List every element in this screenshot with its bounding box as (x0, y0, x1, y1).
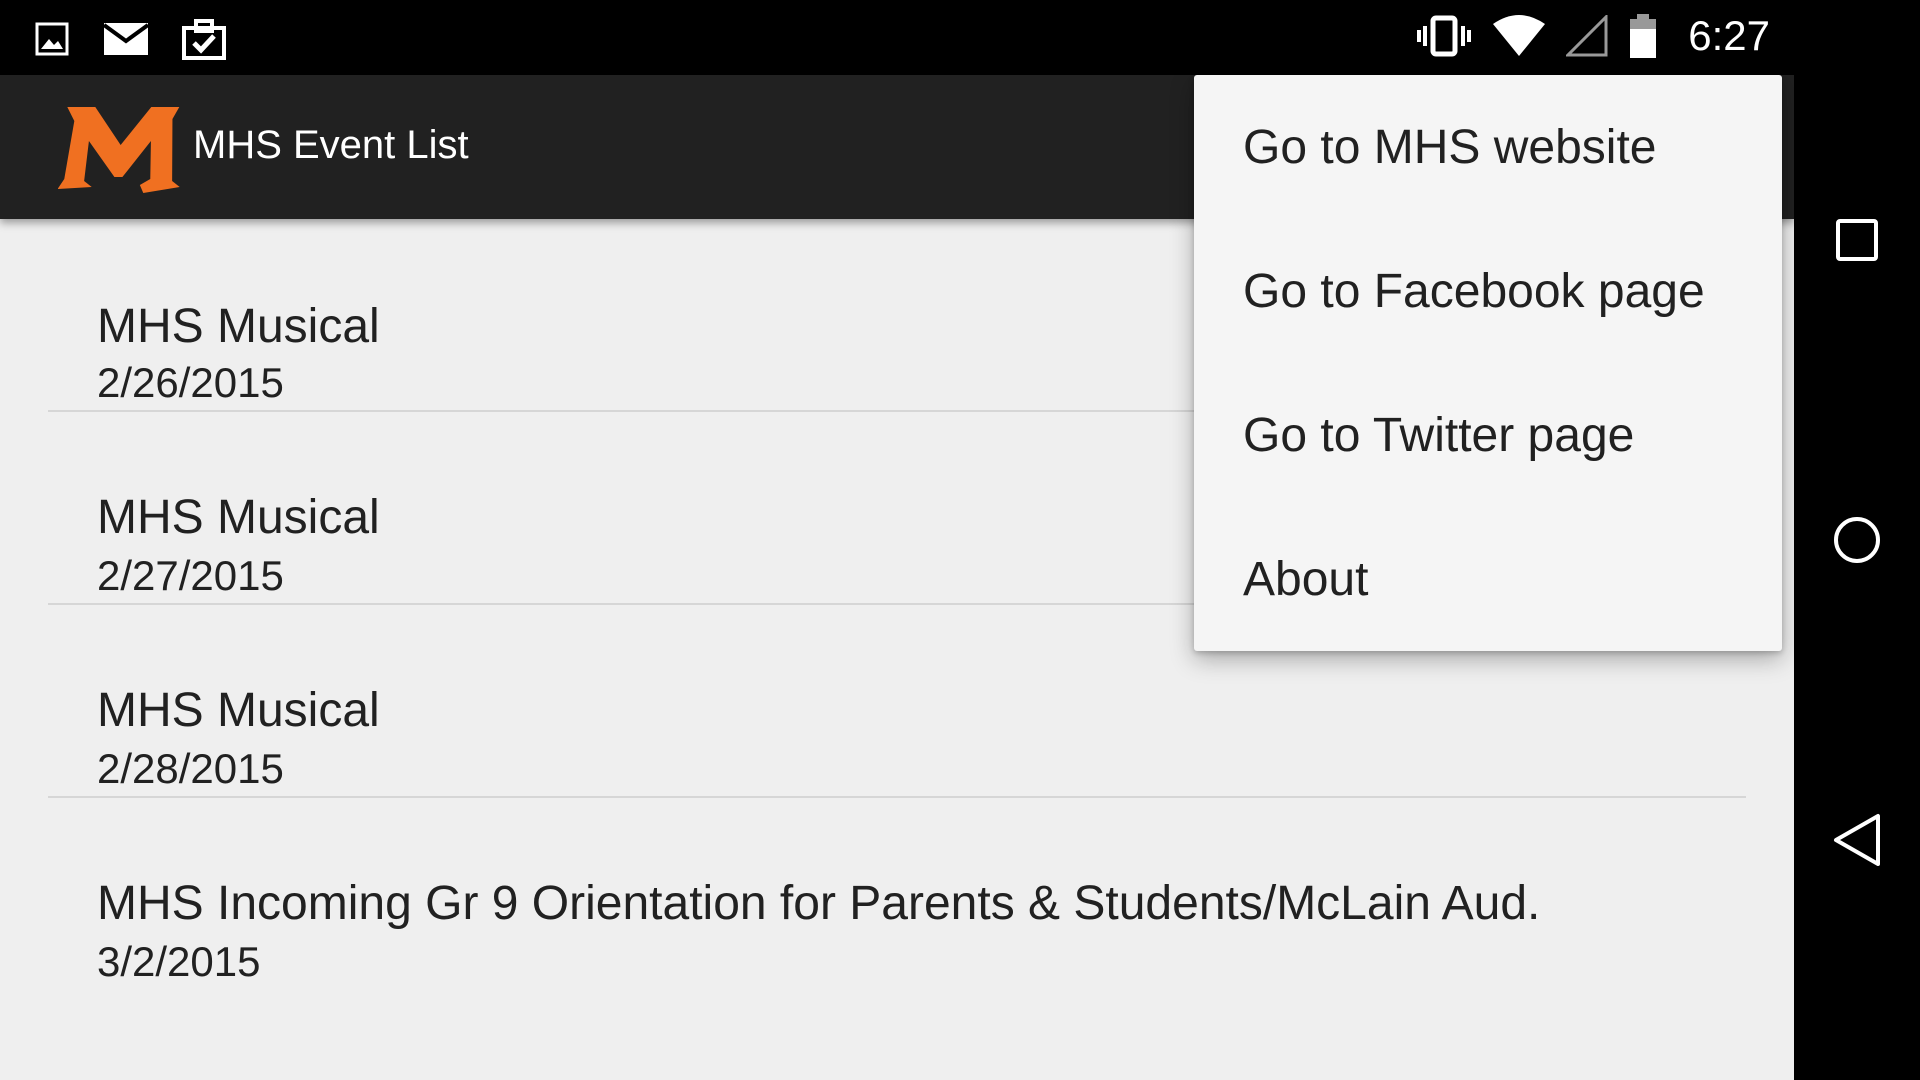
notification-icons (34, 18, 226, 60)
mhs-logo-icon[interactable] (57, 97, 182, 197)
menu-item-about[interactable]: About (1194, 507, 1782, 651)
overflow-menu: Go to MHS website Go to Facebook page Go… (1194, 75, 1782, 651)
menu-item-twitter-page[interactable]: Go to Twitter page (1194, 363, 1782, 507)
wifi-icon (1492, 14, 1546, 58)
clipboard-check-icon (182, 18, 226, 60)
navigation-bar (1794, 0, 1920, 1080)
event-title: MHS Musical (97, 684, 380, 737)
event-title: MHS Incoming Gr 9 Orientation for Parent… (97, 877, 1541, 930)
status-clock: 6:27 (1688, 12, 1770, 59)
recents-icon[interactable] (1794, 190, 1920, 290)
event-date: 2/26/2015 (97, 359, 284, 406)
android-screen: 6:27 MHS Event List MHS Musical 2/26/201… (0, 0, 1920, 1080)
back-icon[interactable] (1794, 790, 1920, 890)
image-icon (34, 21, 70, 57)
menu-item-mhs-website[interactable]: Go to MHS website (1194, 75, 1782, 219)
event-date: 2/28/2015 (97, 745, 284, 792)
vibrate-icon (1416, 15, 1472, 57)
event-title: MHS Musical (97, 300, 380, 353)
mail-icon (102, 21, 150, 57)
menu-item-facebook-page[interactable]: Go to Facebook page (1194, 219, 1782, 363)
event-date: 2/27/2015 (97, 552, 284, 599)
home-icon[interactable] (1794, 490, 1920, 590)
system-status-icons: 6:27 (1416, 12, 1770, 60)
signal-icon (1566, 15, 1608, 57)
event-date: 3/2/2015 (97, 938, 261, 985)
battery-icon (1628, 13, 1658, 59)
event-title: MHS Musical (97, 491, 380, 544)
status-bar: 6:27 (0, 0, 1794, 75)
event-list-item[interactable]: MHS Incoming Gr 9 Orientation for Parent… (48, 798, 1746, 991)
app-title: MHS Event List (193, 123, 469, 167)
